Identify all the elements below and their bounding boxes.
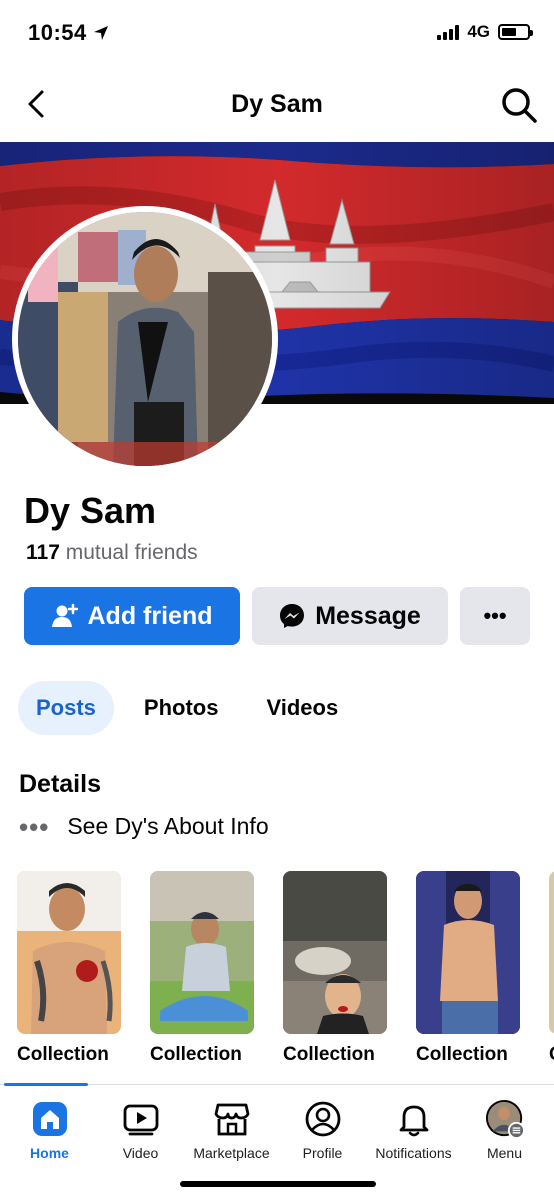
header-title: Dy Sam xyxy=(231,89,323,118)
more-options-button[interactable]: ••• xyxy=(460,587,530,645)
collection-item[interactable]: Collection xyxy=(150,871,254,1066)
profile-actions: Add friend Message ••• xyxy=(24,587,530,645)
nav-menu[interactable]: Menu xyxy=(459,1099,550,1161)
more-dots-icon: ••• xyxy=(483,603,507,628)
tab-posts[interactable]: Posts xyxy=(18,681,114,735)
clock-text: 10:54 xyxy=(28,20,87,45)
collection-label: C xyxy=(549,1044,554,1066)
video-icon xyxy=(121,1099,161,1139)
collection-label: Collection xyxy=(17,1044,109,1065)
nav-profile[interactable]: Profile xyxy=(277,1099,368,1161)
nav-notifications[interactable]: Notifications xyxy=(368,1099,459,1161)
collections-carousel[interactable]: Collection Collection Collection Collect… xyxy=(17,871,554,1071)
nav-marketplace-label: Marketplace xyxy=(193,1145,270,1161)
nav-menu-label: Menu xyxy=(486,1145,523,1161)
nav-marketplace[interactable]: Marketplace xyxy=(186,1099,277,1161)
home-indicator xyxy=(180,1181,376,1187)
avatar-photo xyxy=(18,212,272,466)
collection-thumbnail xyxy=(283,871,387,1034)
location-arrow-icon xyxy=(93,26,108,40)
battery-icon xyxy=(498,24,533,40)
menu-avatar-icon xyxy=(485,1099,525,1139)
mutual-count: 117 xyxy=(26,541,60,564)
about-link-label: See Dy's About Info xyxy=(67,813,269,839)
bell-icon xyxy=(394,1099,434,1139)
search-icon[interactable] xyxy=(500,86,538,124)
see-about-info-link[interactable]: ••• See Dy's About Info xyxy=(19,813,269,840)
nav-profile-label: Profile xyxy=(302,1145,343,1161)
home-icon xyxy=(30,1099,70,1139)
messenger-icon xyxy=(280,604,305,628)
collection-label: Collection xyxy=(150,1044,242,1065)
profile-name: Dy Sam xyxy=(24,490,157,531)
status-time: 10:54 xyxy=(28,20,109,46)
nav-home[interactable]: Home xyxy=(4,1099,95,1161)
status-bar: 10:54 4G xyxy=(0,0,554,66)
nav-home-label: Home xyxy=(30,1145,69,1161)
collection-thumbnail xyxy=(416,871,520,1034)
nav-video-label: Video xyxy=(122,1145,159,1161)
collection-thumbnail xyxy=(150,871,254,1034)
cellular-signal-icon xyxy=(437,24,460,40)
details-heading: Details xyxy=(19,770,101,798)
ellipsis-icon: ••• xyxy=(19,811,50,842)
collection-item[interactable]: Collection xyxy=(416,871,520,1066)
message-button[interactable]: Message xyxy=(252,587,448,645)
collection-label: Collection xyxy=(416,1044,508,1065)
collection-label: Collection xyxy=(283,1044,375,1065)
profile-header: Dy Sam xyxy=(0,66,554,142)
collection-thumbnail xyxy=(17,871,121,1034)
profile-avatar[interactable] xyxy=(12,206,278,472)
collection-item[interactable]: Collection xyxy=(283,871,387,1066)
chevron-left-icon[interactable] xyxy=(20,86,56,122)
profile-tabs: Posts Photos Videos xyxy=(18,681,356,735)
marketplace-icon xyxy=(212,1099,252,1139)
tab-videos[interactable]: Videos xyxy=(248,681,356,735)
collection-thumbnail xyxy=(549,871,554,1034)
collection-item[interactable]: Collection xyxy=(17,871,121,1066)
nav-notifications-label: Notifications xyxy=(375,1145,452,1161)
add-friend-label: Add friend xyxy=(87,601,213,630)
mutual-label: mutual friends xyxy=(65,541,198,564)
mutual-friends[interactable]: 117 mutual friends xyxy=(26,541,198,565)
add-friend-icon xyxy=(51,603,78,627)
collection-item[interactable]: C xyxy=(549,871,554,1066)
tab-photos[interactable]: Photos xyxy=(126,681,237,735)
nav-video[interactable]: Video xyxy=(95,1099,186,1161)
add-friend-button[interactable]: Add friend xyxy=(24,587,240,645)
network-type: 4G xyxy=(467,22,490,41)
active-tab-indicator xyxy=(4,1083,88,1086)
profile-icon xyxy=(303,1099,343,1139)
message-label: Message xyxy=(315,601,421,630)
status-indicators: 4G xyxy=(437,22,533,42)
